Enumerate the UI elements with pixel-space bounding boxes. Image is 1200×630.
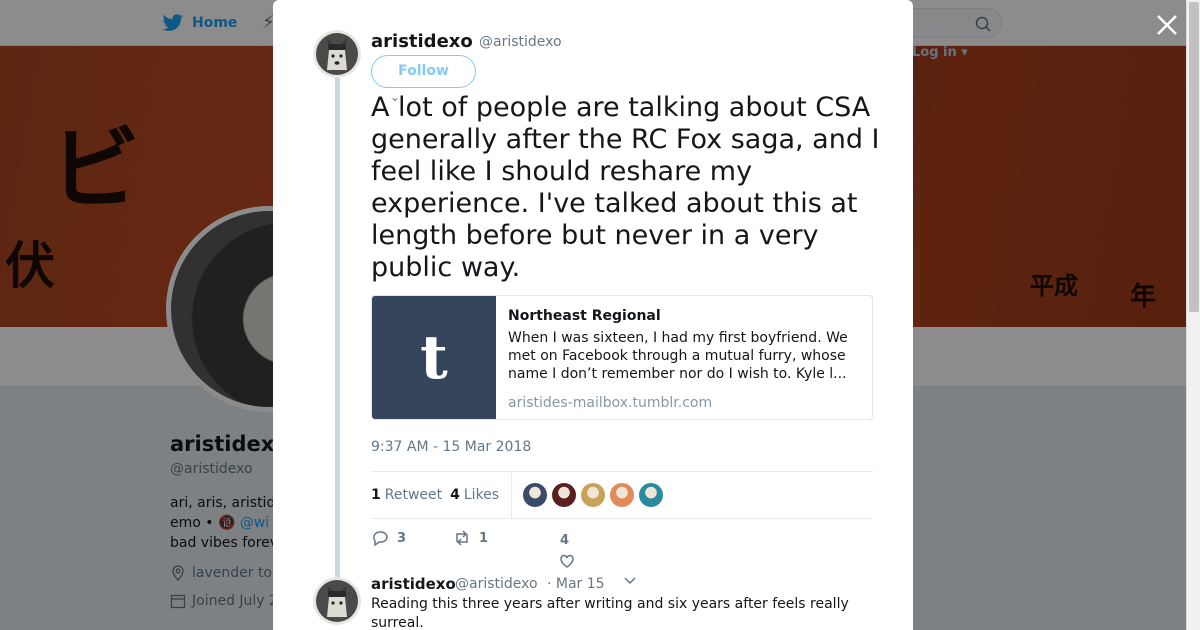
tweet-stats: 1 Retweet 4 Likes [371,471,873,519]
liker-avatar[interactable] [610,483,635,507]
retweet-action-count: 1 [479,530,489,546]
tumblr-logo-icon: t [372,296,496,419]
reply-count: 3 [397,530,407,546]
reply-author-handle[interactable]: @aristidexo [455,576,538,592]
liker-avatar[interactable] [581,483,606,507]
scrollbar-thumb[interactable] [1189,2,1199,312]
reply-author-avatar-image [313,577,361,625]
author-handle[interactable]: @aristidexo [479,34,562,50]
retweet-stat-label: Retweet [384,487,443,503]
close-modal-button[interactable] [1154,12,1180,38]
login-link[interactable]: Log in ▾ [912,45,968,60]
follow-button[interactable]: Follow [371,55,476,88]
reply-button[interactable]: 3 [371,529,453,547]
author-name[interactable]: aristidexo [371,31,473,52]
card-description: When I was sixteen, I had my first boyfr… [508,330,848,382]
retweet-stat[interactable]: 1 Retweet [371,487,442,503]
likers-avatars [523,483,664,507]
likes-stat[interactable]: 4 Likes [450,487,499,503]
retweet-button[interactable]: 1 [453,529,535,547]
retweet-count: 1 [371,487,381,503]
page-scrollbar[interactable] [1186,0,1200,630]
like-count: 4 [560,533,570,548]
liker-avatar[interactable] [523,483,548,507]
likes-stat-label: Likes [463,487,500,503]
reply-author-name[interactable]: aristidexo [371,575,456,593]
author-avatar-image [313,30,361,78]
heart-icon[interactable] [558,552,576,570]
close-icon [1157,15,1177,35]
reply-text: Reading this three years after writing a… [371,596,849,630]
login-label: Log in [912,45,957,60]
tumblr-logo-letter: t [420,322,448,393]
card-body: Northeast Regional When I was sixteen, I… [496,296,872,419]
link-preview-card[interactable]: t Northeast Regional When I was sixteen,… [371,295,873,420]
tweet-text: A lot of people are talking about CSA ge… [371,92,880,283]
chevron-down-icon[interactable] [623,574,637,588]
retweet-icon [456,530,468,546]
tweet-timestamp[interactable]: 9:37 AM - 15 Mar 2018 [371,439,531,455]
reply-icon [373,531,388,547]
card-domain: aristides-mailbox.tumblr.com [508,395,713,411]
stats-divider [511,472,513,518]
liker-avatar[interactable] [552,483,577,507]
liker-avatar[interactable] [639,483,664,507]
tweet-permalink-modal: aristidexo @aristidexo Follow ⌄ A lot of… [273,0,913,630]
tweet-actions: 3 1 [371,529,535,547]
likes-count: 4 [450,487,460,503]
card-title: Northeast Regional [508,308,661,324]
author-avatar[interactable] [313,30,361,78]
reply-author-avatar[interactable] [313,577,361,625]
reply-date[interactable]: · Mar 15 [547,576,605,592]
chevron-down-icon: ▾ [961,45,968,60]
thread-connector-line [335,78,340,578]
